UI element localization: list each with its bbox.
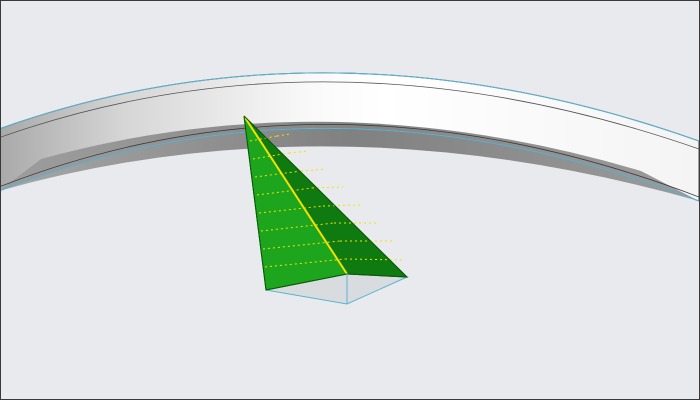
scene-canvas[interactable] [1,1,699,399]
ring-body[interactable] [1,72,699,202]
3d-viewport[interactable] [0,0,700,400]
